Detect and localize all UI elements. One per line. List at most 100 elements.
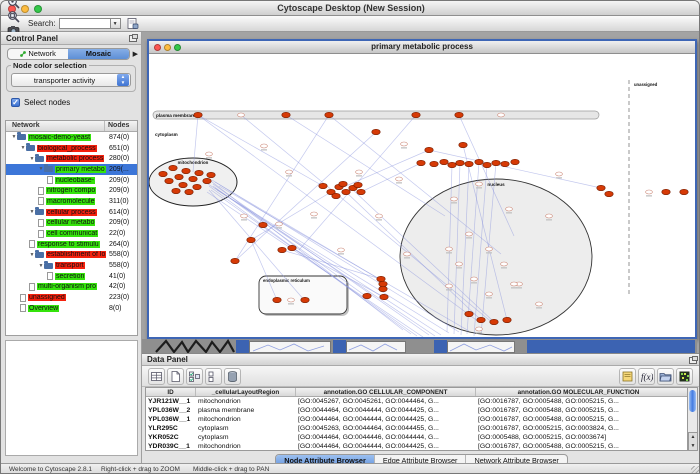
table-row[interactable]: YPL036W__2plasma membrane[GO:0044464, GO…: [146, 406, 687, 415]
table-row[interactable]: YKR052Ccytoplasm[GO:0044464, GO:0044446,…: [146, 433, 687, 442]
function-builder-icon[interactable]: f(x): [638, 368, 655, 385]
tree-row-biological-process[interactable]: ▼biological_process651(0): [6, 143, 137, 154]
search-input[interactable]: [59, 18, 111, 29]
tree-row-multi-organism-pro[interactable]: multi-organism pro42(0): [6, 282, 137, 293]
table-row[interactable]: YJR121W__1mitochondrion[GO:0045267, GO:0…: [146, 397, 687, 406]
column-header-2[interactable]: annotation.GO CELLULAR_COMPONENT: [296, 388, 476, 396]
unselect-attributes-icon[interactable]: [205, 368, 222, 385]
zoom-selected-icon[interactable]: [6, 0, 21, 10]
annotation-tool-icon[interactable]: [125, 17, 140, 31]
window-fragment[interactable]: [346, 341, 406, 353]
network-view-title: primary metabolic process: [149, 42, 695, 51]
network-view-titlebar[interactable]: primary metabolic process: [149, 41, 695, 54]
tree-row-label: metabolic process: [46, 155, 104, 162]
tree-row-cellular-process[interactable]: ▼cellular process614(0): [6, 207, 137, 218]
tree-row-response-to-stimulu[interactable]: response to stimulu264(0): [6, 239, 137, 250]
search-dropdown-arrow-icon[interactable]: ▼: [111, 18, 121, 29]
window-fragment[interactable]: [249, 341, 331, 353]
tree-row-mosaic-demo-yeast[interactable]: ▼mosaic-demo-yeast874(0): [6, 132, 137, 143]
tree-row-cell-communicat[interactable]: cell communicat22(0): [6, 228, 137, 239]
node-color-groupbox: Node color selection transporter activit…: [6, 65, 136, 92]
float-panel-icon[interactable]: [129, 35, 137, 42]
tree-row-label: transport: [55, 262, 85, 269]
table-cell: [GO:0016787, GO:0005488, GO:0005215, G..…: [476, 415, 681, 424]
tree-row-secretion[interactable]: secretion41(0): [6, 271, 137, 282]
annotation-note-icon[interactable]: [619, 368, 636, 385]
window-title: Cytoscape Desktop (New Session): [1, 3, 700, 13]
column-header-0[interactable]: ID: [146, 388, 196, 396]
network-leaf-icon: [47, 272, 53, 280]
tree-row-transport[interactable]: ▼transport558(0): [6, 260, 137, 271]
data-panel: Data Panel f(x) ID_cellularLayoutRegiona…: [142, 353, 700, 463]
table-row[interactable]: YPL036W__1mitochondrion[GO:0044464, GO:0…: [146, 415, 687, 424]
resize-grip[interactable]: [691, 466, 700, 474]
folder-icon: [35, 252, 44, 258]
window-fragment[interactable]: [527, 340, 695, 353]
main-toolbar: Search: ▼: [1, 16, 700, 32]
delete-attribute-icon[interactable]: [224, 368, 241, 385]
tree-row-overview[interactable]: Overview8(0): [6, 303, 137, 314]
table-cell: [GO:0016787, GO:0005215, GO:0003824, G..…: [476, 424, 681, 433]
window-fragment[interactable]: [434, 340, 447, 353]
table-scroll-arrows[interactable]: ▲▼: [688, 432, 698, 451]
select-nodes-checkbox[interactable]: ✓: [11, 98, 20, 107]
control-panel: Control Panel NetworkMosaic ▶ Node color…: [1, 32, 142, 463]
table-row[interactable]: YDR039C__1mitochondrion[GO:0044464, GO:0…: [146, 442, 687, 451]
folder-icon: [35, 156, 44, 162]
tab-overflow-arrow-icon[interactable]: ▶: [133, 50, 138, 58]
column-header-3[interactable]: annotation.GO MOLECULAR_FUNCTION: [476, 388, 681, 396]
attribute-matrix-icon[interactable]: [676, 368, 693, 385]
tree-row-label: nucleobase-: [55, 177, 95, 184]
tree-row-label: nitrogen compo: [46, 187, 96, 194]
import-attributes-icon[interactable]: [657, 368, 674, 385]
table-row[interactable]: YLR295Ccytoplasm[GO:0045263, GO:0044464,…: [146, 424, 687, 433]
table-cell: YLR295C: [146, 424, 196, 433]
tree-row-macromolecule[interactable]: macromolecule311(0): [6, 196, 137, 207]
window-fragment[interactable]: [236, 340, 249, 353]
table-cell: YJR121W__1: [146, 397, 196, 406]
table-mode-icon[interactable]: [148, 368, 165, 385]
window-fragment[interactable]: [447, 341, 515, 353]
tree-row-label: primary metabo: [55, 166, 106, 173]
network-view-window: primary metabolic process plasma membran…: [147, 39, 697, 339]
node-color-select[interactable]: transporter activity ▲▼: [11, 73, 131, 87]
tree-row-cellular-metabo[interactable]: cellular metabo209(0): [6, 218, 137, 229]
table-cell: YPL036W__1: [146, 415, 196, 424]
tree-row-nitrogen-compo[interactable]: nitrogen compo209(0): [6, 185, 137, 196]
tree-row-node-count: 558(0): [109, 251, 129, 258]
network-canvas[interactable]: plasma membranecytoplasmnucleusmitochond…: [149, 54, 695, 337]
birds-eye-view[interactable]: [5, 340, 138, 456]
table-scrollbar-thumb[interactable]: [689, 390, 696, 412]
tree-row-nucleobase-[interactable]: nucleobase-209(0): [6, 175, 137, 186]
column-header-1[interactable]: _cellularLayoutRegion: [196, 388, 296, 396]
search-combo: ▼: [59, 18, 121, 29]
window-fragment[interactable]: [333, 340, 346, 353]
node-color-selected-option: transporter activity: [12, 76, 117, 85]
tree-row-node-count: 8(0): [109, 305, 121, 312]
table-cell: YKR052C: [146, 433, 196, 442]
tree-row-unassigned[interactable]: unassigned223(0): [6, 292, 137, 303]
tree-row-node-count: 41(0): [109, 273, 125, 280]
tree-row-node-count: 651(0): [109, 145, 129, 152]
svg-text:mitochondrion: mitochondrion: [178, 160, 209, 165]
combo-stepper-icon: ▲▼: [117, 74, 129, 86]
tree-row-establishment-of-lo[interactable]: ▼establishment of lo558(0): [6, 250, 137, 261]
tree-row-label: response to stimulu: [37, 241, 100, 248]
status-pan-hint: Middle-click + drag to PAN: [193, 466, 269, 473]
tab-mosaic[interactable]: Mosaic: [68, 49, 128, 59]
network-leaf-icon: [29, 240, 35, 248]
table-cell: [GO:0044464, GO:0044444, GO:0044425, G..…: [296, 415, 476, 424]
table-cell: YDR039C__1: [146, 442, 196, 451]
table-cell: [GO:0016787, GO:0005488, GO:0005215, G..…: [476, 397, 681, 406]
zoom-fit-icon[interactable]: [6, 10, 21, 24]
main-area: Control Panel NetworkMosaic ▶ Node color…: [1, 32, 700, 463]
tree-row-primary-metabo[interactable]: ▼primary metabo209(...: [6, 164, 137, 175]
create-attribute-icon[interactable]: [167, 368, 184, 385]
tree-row-metabolic-process[interactable]: ▼metabolic process280(0): [6, 153, 137, 164]
data-panel-float-icon[interactable]: [689, 357, 697, 364]
attribute-table: ID_cellularLayoutRegionannotation.GO CEL…: [145, 387, 688, 451]
tree-row-label: macromolecule: [46, 198, 95, 205]
tab-network[interactable]: Network: [8, 49, 68, 59]
select-attributes-icon[interactable]: [186, 368, 203, 385]
folder-icon: [44, 166, 53, 172]
